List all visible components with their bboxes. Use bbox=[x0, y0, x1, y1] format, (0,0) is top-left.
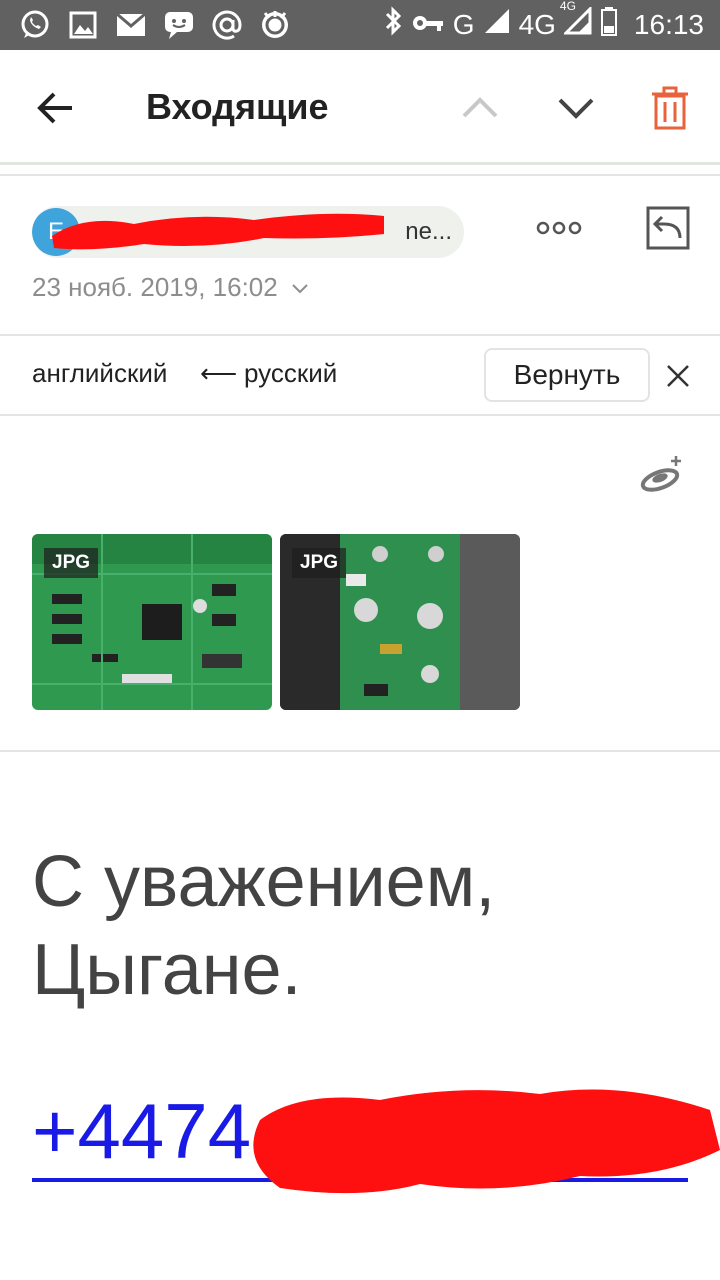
yandex-disk-icon bbox=[640, 456, 681, 492]
reply-button[interactable] bbox=[644, 204, 692, 252]
dr-web-icon bbox=[258, 8, 292, 42]
divider bbox=[0, 750, 720, 752]
chat-icon bbox=[162, 8, 196, 42]
whatsapp-icon bbox=[18, 8, 52, 42]
system-status: G 4G 4G 16:13 bbox=[383, 0, 704, 43]
network-4g-small-label: 4G bbox=[559, 0, 576, 13]
network-4g-label: 4G bbox=[518, 8, 556, 40]
divider bbox=[0, 414, 720, 416]
target-language[interactable]: русский bbox=[244, 358, 337, 389]
chevron-up-icon bbox=[462, 97, 498, 118]
revert-translation-button[interactable]: Вернуть bbox=[484, 348, 650, 402]
message-date-text: 23 нояб. 2019, 16:02 bbox=[32, 272, 278, 302]
file-type-badge: JPG bbox=[292, 548, 347, 578]
bluetooth-icon bbox=[383, 6, 403, 43]
redaction-scribble bbox=[253, 1089, 720, 1194]
app-toolbar: Входящие bbox=[0, 50, 720, 164]
close-icon bbox=[667, 365, 689, 387]
divider bbox=[0, 174, 720, 176]
message-body: С уважением, Цыгане. bbox=[32, 838, 712, 1014]
key-icon bbox=[411, 9, 445, 41]
folder-title: Входящие bbox=[146, 86, 329, 127]
delete-button[interactable] bbox=[648, 84, 692, 132]
chevron-down-icon bbox=[292, 284, 308, 294]
translation-arrow: ⟵ bbox=[200, 358, 238, 388]
reply-icon bbox=[646, 206, 690, 250]
more-dots-icon bbox=[536, 221, 582, 235]
file-type-badge: JPG bbox=[44, 548, 99, 578]
source-language[interactable]: английский bbox=[32, 358, 167, 389]
previous-message-button[interactable] bbox=[460, 88, 500, 128]
save-to-disk-button[interactable] bbox=[640, 454, 684, 494]
next-message-button[interactable] bbox=[556, 88, 596, 128]
signal-icon bbox=[483, 7, 511, 42]
close-translation-button[interactable] bbox=[664, 362, 692, 390]
chevron-down-icon bbox=[558, 98, 594, 119]
phone-link[interactable]: +4474 bbox=[32, 1086, 251, 1177]
toolbar-divider bbox=[0, 162, 720, 165]
more-options-button[interactable] bbox=[534, 216, 584, 240]
gallery-icon bbox=[66, 8, 100, 42]
battery-icon bbox=[600, 6, 618, 43]
trash-icon bbox=[652, 86, 688, 130]
notification-icons bbox=[18, 8, 292, 42]
attachment-thumbnail[interactable]: JPG bbox=[280, 534, 520, 710]
redaction-scribble bbox=[52, 213, 384, 250]
arrow-left-icon bbox=[37, 92, 72, 124]
clock: 16:13 bbox=[633, 8, 704, 40]
at-icon bbox=[210, 8, 244, 42]
signature-line: С уважением, bbox=[32, 842, 496, 922]
status-bar: G 4G 4G 16:13 bbox=[0, 0, 720, 50]
attachment-thumbnail[interactable]: JPG bbox=[32, 534, 272, 710]
network-g-label: G bbox=[452, 8, 475, 40]
signature-line: Цыгане. bbox=[32, 930, 302, 1010]
translation-bar: английский ⟵ русский Вернуть bbox=[0, 336, 720, 414]
message-date[interactable]: 23 нояб. 2019, 16:02 bbox=[32, 272, 309, 303]
signal-icon: 4G bbox=[560, 0, 592, 42]
back-button[interactable] bbox=[34, 88, 78, 128]
mail-icon bbox=[114, 8, 148, 42]
